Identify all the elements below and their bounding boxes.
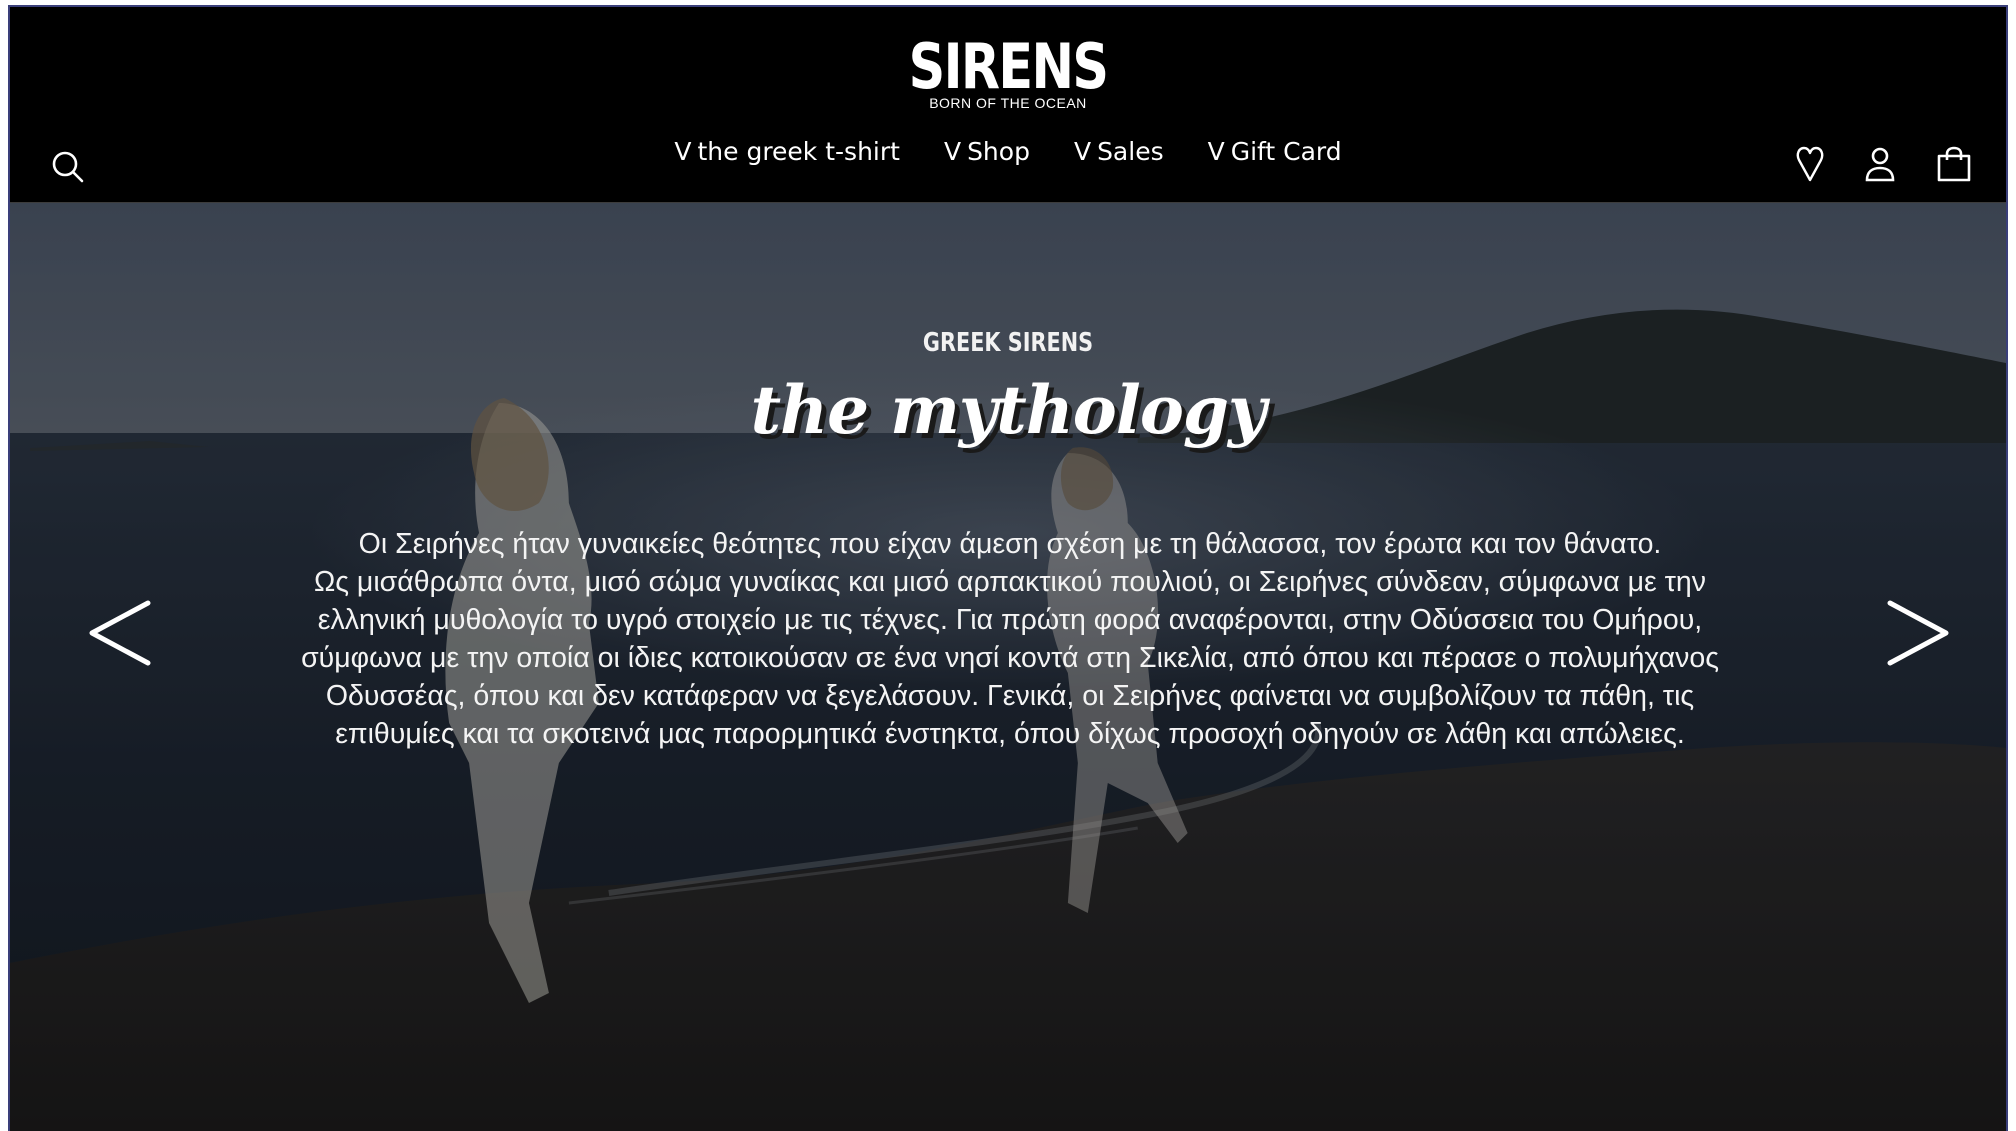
hero-text-line: Οι Σειρήνες ήταν γυναικείες θεότητες που…: [358, 528, 1662, 560]
nav-item-greek-tshirt[interactable]: Vthe greek t-shirt: [674, 137, 900, 166]
chevron-down-icon: V: [1207, 137, 1225, 166]
hero-description: Οι Σειρήνες ήταν γυναικείες θεότητες που…: [210, 525, 1810, 753]
nav-item-shop[interactable]: V Shop: [944, 137, 1030, 166]
hero-text-line: επιθυμίες και τα σκοτεινά μας παρορμητικ…: [335, 718, 1685, 750]
hero-banner: GREEK SIRENS the mythology Οι Σειρήνες ή…: [10, 203, 2006, 1131]
nav-item-sales[interactable]: V Sales: [1074, 137, 1164, 166]
carousel-next-button[interactable]: [1876, 593, 1956, 673]
chevron-left-icon: [89, 600, 151, 666]
heart-icon[interactable]: [1790, 144, 1830, 184]
main-nav: Vthe greek t-shirt V Shop V Sales V Gift Card: [10, 137, 2006, 166]
hero-text-line: σύμφωνα με την οποία οι ίδιες κατοικούσα…: [301, 642, 1719, 674]
brand-name: SIRENS: [908, 30, 1109, 103]
chevron-right-icon: [1887, 600, 1949, 666]
nav-item-gift-card[interactable]: V Gift Card: [1208, 137, 1342, 166]
nav-label: Shop: [967, 137, 1030, 166]
chevron-down-icon: V: [943, 137, 962, 166]
hero-text-line: Ως μισάθρωπα όντα, μισό σώμα γυναίκας κα…: [313, 566, 1707, 598]
user-icon[interactable]: [1860, 144, 1900, 184]
shopping-bag-icon[interactable]: [1934, 144, 1974, 184]
nav-label: Gift Card: [1230, 137, 1342, 166]
brand-logo[interactable]: SIRENS BORN OF THE OCEAN: [887, 30, 1129, 112]
chevron-down-icon: V: [1073, 137, 1092, 166]
hero-text-line: Οδυσσέας, όπου και δεν κατάφεραν να ξεγε…: [325, 680, 1695, 712]
page-frame: SIRENS BORN OF THE OCEAN Vthe greek t-sh…: [8, 5, 2008, 1131]
hero-title: the mythology: [750, 371, 1267, 449]
chevron-down-icon: V: [674, 137, 692, 166]
hero-eyebrow: GREEK SIRENS: [922, 328, 1094, 358]
hero-text-line: ελληνική μυθολογία το υγρό στοιχείο με τ…: [317, 604, 1703, 636]
site-header: SIRENS BORN OF THE OCEAN Vthe greek t-sh…: [10, 7, 2006, 203]
carousel-prev-button[interactable]: [82, 593, 162, 673]
nav-label: the greek t-shirt: [697, 137, 900, 166]
nav-label: Sales: [1097, 137, 1164, 166]
